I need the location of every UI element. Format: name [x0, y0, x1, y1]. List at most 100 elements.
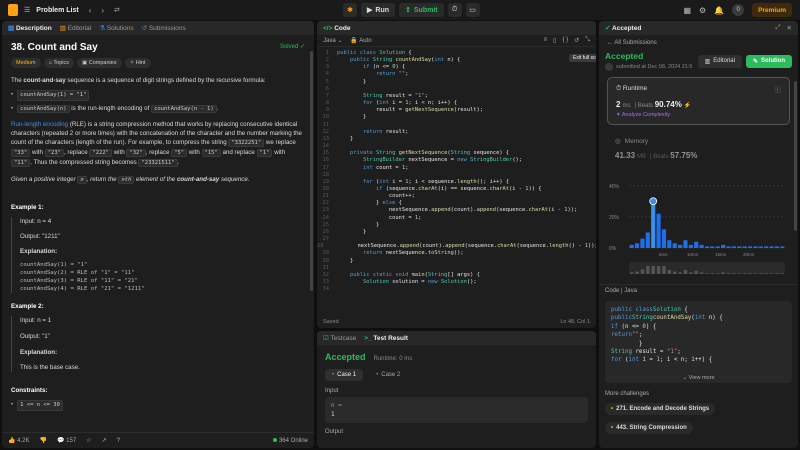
- line-code: public static void main(String[] args) {: [349, 271, 480, 278]
- case-1-tab[interactable]: • Case 1: [325, 369, 364, 381]
- histogram-bar[interactable]: [694, 241, 699, 248]
- submission-scrollbar[interactable]: [794, 81, 797, 231]
- histogram-bar[interactable]: [731, 246, 736, 248]
- histogram-bar[interactable]: [672, 243, 677, 248]
- reset-icon[interactable]: ↺: [574, 37, 579, 44]
- memory-card[interactable]: ◎ Memory 41.33 MB | Beats 57.75%: [607, 131, 790, 166]
- like-button[interactable]: 👍 4.2K: [8, 437, 30, 444]
- tab-solutions[interactable]: ⚗ Solutions: [99, 24, 133, 32]
- timer-button[interactable]: ⏱: [447, 3, 462, 17]
- run-button[interactable]: ▶ Run: [361, 3, 395, 17]
- runtime-histogram[interactable]: 40% 20% 0% 5ms 10ms 15ms 20ms: [607, 172, 790, 278]
- help-icon[interactable]: ?: [117, 438, 120, 444]
- favorite-star-icon[interactable]: ☆: [86, 437, 91, 444]
- tab-editorial[interactable]: ▥ Editorial: [60, 24, 91, 32]
- editorial-button[interactable]: ▥ Editorial: [697, 54, 742, 68]
- dislike-button[interactable]: 👎: [40, 437, 47, 444]
- layout-icon[interactable]: ▦: [683, 6, 691, 15]
- rle-link[interactable]: Run-length encoding: [11, 121, 68, 128]
- line-code: }: [337, 257, 354, 264]
- menu-icon[interactable]: ☰: [24, 6, 30, 14]
- case-2-tab[interactable]: • Case 2: [369, 369, 407, 381]
- leetcode-logo-icon[interactable]: [8, 4, 18, 16]
- histogram-bar[interactable]: [656, 213, 661, 248]
- histogram-bar[interactable]: [629, 244, 634, 248]
- histogram-bar[interactable]: [780, 246, 785, 248]
- histogram-bar[interactable]: [688, 244, 693, 248]
- auto-toggle[interactable]: 🔒 Auto: [350, 37, 371, 44]
- histogram-bar[interactable]: [640, 238, 645, 248]
- submit-button[interactable]: ⇪ Submit: [399, 3, 444, 17]
- maximize-icon[interactable]: ⤢: [775, 24, 780, 32]
- view-more-button[interactable]: ⌄ View more: [605, 373, 792, 383]
- histogram-bar[interactable]: [747, 246, 753, 248]
- histogram-bar[interactable]: [704, 246, 710, 248]
- debug-button[interactable]: ✱: [343, 3, 357, 17]
- info-icon[interactable]: ⓘ: [775, 84, 782, 94]
- tab-testcase[interactable]: ☑ Testcase: [323, 334, 356, 342]
- close-icon[interactable]: ✕: [787, 24, 792, 32]
- range-slider-bar: [721, 272, 725, 274]
- notes-button[interactable]: ▭: [465, 3, 480, 17]
- histogram-bar[interactable]: [769, 246, 774, 248]
- histogram-bar[interactable]: [661, 229, 667, 248]
- topics-tag[interactable]: ⌂ Topics: [43, 58, 75, 68]
- notification-bell-icon[interactable]: 🔔: [714, 6, 724, 15]
- code-panel: </> Code Java ⌄ 🔒 Auto ≡ ▯ { } ↺ ⤡ Exit …: [317, 21, 596, 328]
- tab-description[interactable]: ▤ Description: [8, 24, 52, 32]
- histogram-bar[interactable]: [721, 244, 726, 248]
- all-submissions-link[interactable]: ← All Submissions: [599, 35, 798, 51]
- histogram-bar[interactable]: [764, 246, 769, 248]
- solution-button[interactable]: ✎ Solution: [745, 54, 792, 68]
- bookmark-icon[interactable]: ▯: [553, 37, 556, 44]
- tab-test-result[interactable]: >_ Test Result: [364, 335, 408, 342]
- book-icon: ▥: [704, 58, 711, 65]
- share-icon[interactable]: ↗: [102, 437, 107, 444]
- challenge-link-2[interactable]: • 443. String Compression: [605, 422, 693, 434]
- comments-button[interactable]: 💬 157: [57, 437, 76, 444]
- histogram-bar[interactable]: [742, 246, 747, 248]
- clock-icon: ⏱: [616, 85, 622, 92]
- runtime-card[interactable]: ⏱ Runtime ⓘ 2 ms | Beats 90.74% ⚡ ✦ Analyz…: [607, 77, 790, 125]
- next-problem-icon[interactable]: ›: [101, 6, 104, 15]
- case-tabs: • Case 1 • Case 2: [325, 369, 588, 381]
- histogram-bar[interactable]: [667, 240, 672, 248]
- histogram-bar[interactable]: [645, 232, 650, 248]
- test-result-panel: ☑ Testcase >_ Test Result Accepted Runtim…: [317, 331, 596, 448]
- premium-button[interactable]: Premium: [752, 3, 792, 17]
- description-scrollbar[interactable]: [310, 51, 313, 291]
- histogram-bar[interactable]: [651, 198, 656, 248]
- accepted-tab[interactable]: ✓ Accepted: [605, 24, 641, 32]
- histogram-bar[interactable]: [678, 244, 683, 248]
- histogram-bar[interactable]: [683, 240, 688, 248]
- histogram-bar[interactable]: [715, 246, 720, 248]
- histogram-bar[interactable]: [774, 246, 780, 248]
- align-icon[interactable]: ≡: [544, 37, 548, 44]
- fullscreen-icon[interactable]: ⤡: [585, 37, 590, 44]
- braces-icon[interactable]: { }: [562, 37, 568, 44]
- hint-tag[interactable]: ✧ Hint: [124, 58, 151, 68]
- histogram-bar[interactable]: [758, 246, 763, 248]
- avatar[interactable]: 0: [732, 4, 745, 16]
- histogram-bar[interactable]: [710, 246, 715, 248]
- code-line: 27: [317, 236, 596, 243]
- companies-tag[interactable]: ▣ Companies: [77, 58, 122, 68]
- histogram-bar[interactable]: [634, 243, 640, 248]
- histogram-bar[interactable]: [737, 246, 742, 248]
- challenge-link-1[interactable]: • 271. Encode and Decode Strings: [605, 403, 716, 415]
- prev-problem-icon[interactable]: ‹: [89, 6, 92, 15]
- histogram-bar[interactable]: [699, 244, 704, 248]
- tab-submissions[interactable]: ↺ Submissions: [142, 24, 186, 32]
- shuffle-icon[interactable]: ⇄: [114, 6, 120, 14]
- thumbs-up-icon: 👍: [8, 438, 16, 444]
- analyze-complexity-link[interactable]: ✦ Analyze Complexity: [616, 112, 781, 118]
- code-editor[interactable]: 1 public class Solution {2 public String …: [317, 47, 596, 296]
- runtime-distribution-chart[interactable]: 40% 20% 0% 5ms 10ms 15ms 20ms: [607, 172, 790, 280]
- language-select[interactable]: Java ⌄: [323, 37, 342, 44]
- line-number: 26: [322, 228, 330, 235]
- problem-list-link[interactable]: Problem List: [36, 7, 78, 14]
- histogram-bar[interactable]: [726, 246, 731, 248]
- code-tab[interactable]: </> Code: [323, 25, 350, 32]
- settings-gear-icon[interactable]: ⚙: [699, 6, 706, 15]
- histogram-bar[interactable]: [753, 246, 758, 248]
